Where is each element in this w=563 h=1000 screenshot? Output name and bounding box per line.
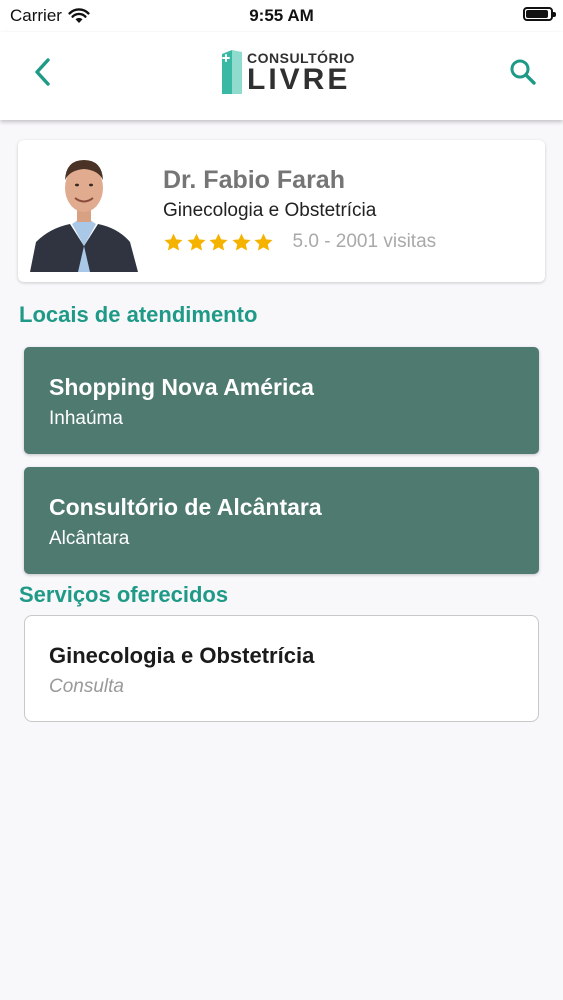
location-card[interactable]: Consultório de Alcântara Alcântara bbox=[24, 467, 539, 574]
status-bar: Carrier 9:55 AM bbox=[0, 0, 563, 32]
star-icon bbox=[254, 233, 273, 251]
location-area: Alcântara bbox=[49, 528, 130, 549]
back-button[interactable] bbox=[24, 52, 64, 92]
doctor-rating: 5.0 - 2001 visitas bbox=[163, 231, 436, 253]
star-icon bbox=[209, 233, 228, 251]
location-name: Shopping Nova América bbox=[49, 374, 314, 400]
doctor-avatar bbox=[30, 150, 138, 272]
chevron-left-icon bbox=[35, 58, 50, 86]
location-area: Inhaúma bbox=[49, 408, 123, 429]
status-time: 9:55 AM bbox=[249, 6, 314, 25]
star-icon bbox=[231, 233, 251, 251]
app-logo: CONSULTÓRIO LIVRE bbox=[219, 46, 354, 98]
location-name: Consultório de Alcântara bbox=[49, 494, 322, 520]
search-button[interactable] bbox=[503, 52, 543, 92]
service-name: Ginecologia e Obstetrícia bbox=[49, 643, 315, 668]
locations-section-title: Locais de atendimento bbox=[19, 302, 258, 327]
star-icon bbox=[186, 233, 206, 251]
navigation-bar: CONSULTÓRIO LIVRE bbox=[0, 32, 563, 120]
battery-fill bbox=[526, 10, 548, 18]
location-card[interactable]: Shopping Nova América Inhaúma bbox=[24, 347, 539, 454]
rating-text: 5.0 - 2001 visitas bbox=[292, 231, 437, 252]
doctor-name: Dr. Fabio Farah bbox=[163, 166, 345, 194]
doctor-specialty: Ginecologia e Obstetrícia bbox=[163, 200, 377, 221]
logo-icon bbox=[222, 50, 242, 94]
services-section-title: Serviços oferecidos bbox=[19, 582, 229, 607]
service-type: Consulta bbox=[49, 676, 124, 697]
service-card[interactable]: Ginecologia e Obstetrícia Consulta bbox=[24, 615, 539, 722]
battery-icon bbox=[523, 7, 556, 21]
logo-text-bottom: LIVRE bbox=[247, 63, 351, 96]
doctor-card: Dr. Fabio Farah Ginecologia e Obstetríci… bbox=[18, 140, 545, 282]
rating-stars bbox=[163, 232, 276, 253]
star-icon bbox=[164, 233, 183, 251]
search-icon bbox=[510, 59, 536, 85]
